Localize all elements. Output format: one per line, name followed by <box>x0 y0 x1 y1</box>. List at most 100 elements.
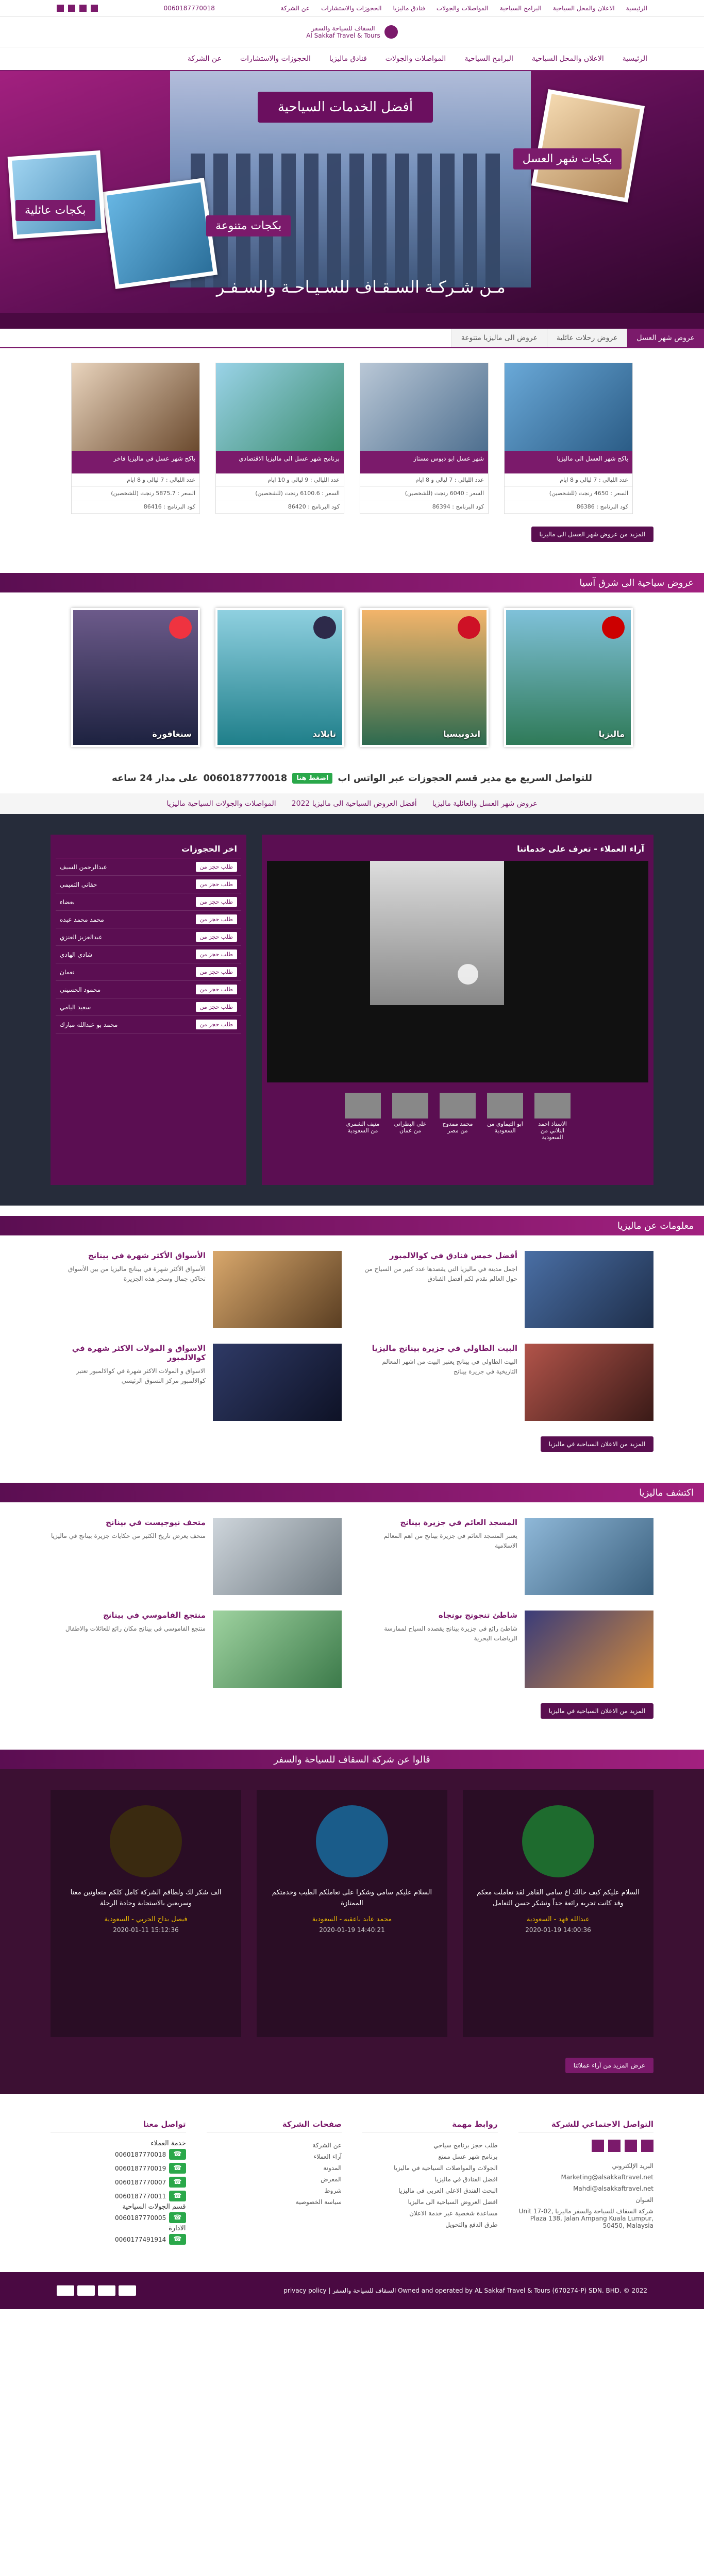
explore-more-button[interactable]: المزيد من الاعلان السياحية في ماليزيا <box>540 1703 653 1719</box>
top-link[interactable]: فنادق ماليزيا <box>393 5 425 12</box>
booking-button[interactable]: طلب حجز من <box>195 932 237 942</box>
package-tab[interactable]: عروض الى ماليزيا متنوعة <box>451 329 547 347</box>
info-heading[interactable]: شاطئ تنجونج بونجاه <box>362 1611 517 1620</box>
nav-item[interactable]: البرامج السياحية <box>464 55 513 63</box>
info-heading[interactable]: منتجع الفاموسي في بينانج <box>65 1611 206 1620</box>
booking-button[interactable]: طلب حجز من <box>195 1020 237 1029</box>
testimonials-more-button[interactable]: عرض المزيد من آراء عملائنا <box>565 2058 653 2073</box>
ticker-item[interactable]: عروض شهر العسل والعائلية ماليزيا <box>432 800 538 808</box>
logo[interactable]: السقاف للسياحة والسفر Al Sakkaf Travel &… <box>306 25 398 39</box>
package-card[interactable]: باكج شهر العسل الى ماليزيا عدد الليالي : … <box>504 363 633 514</box>
info-card[interactable]: متحف نيوجيست في بينانج متحف يعرض تاريخ ال… <box>51 1518 342 1595</box>
contact-phone[interactable]: 0060187770019 <box>115 2165 166 2172</box>
contact-phone[interactable]: 0060187770011 <box>115 2193 166 2200</box>
ticker-item[interactable]: المواصلات والجولات السياحية ماليزيا <box>167 800 276 808</box>
country-card[interactable]: سنغافورة <box>71 608 200 747</box>
info-heading[interactable]: الاسواق و المولات الاكثر شهرة في كوالالم… <box>51 1344 206 1362</box>
contact-phone[interactable]: 0060187770018 <box>115 2151 166 2158</box>
packages-more-button[interactable]: المزيد من عروض شهر العسل الى ماليزيا <box>531 527 653 542</box>
contact-phone[interactable]: 0060187770007 <box>115 2179 166 2186</box>
facebook-icon[interactable] <box>91 4 98 12</box>
footer-page[interactable]: شروط <box>207 2185 342 2196</box>
info-card[interactable]: الاسواق و المولات الاكثر شهرة في كوالالم… <box>51 1344 342 1421</box>
country-card[interactable]: تايلاند <box>215 608 344 747</box>
privacy-link[interactable]: privacy policy <box>283 2287 326 2294</box>
info-card[interactable]: الأسواق الأكثر شهرة في بينانج الأسواق الأ… <box>51 1251 342 1328</box>
booking-button[interactable]: طلب حجز من <box>195 862 237 872</box>
booking-button[interactable]: طلب حجز من <box>195 985 237 994</box>
email-2[interactable]: Mahdi@alsakkaftravel.net <box>518 2183 653 2194</box>
ticker-item[interactable]: أفضل العروض السياحية الى ماليزيا 2022 <box>292 800 417 808</box>
opinion-thumb[interactable]: علي البطرانى من عمان <box>392 1093 428 1141</box>
footer-page[interactable]: عن الشركة <box>207 2140 342 2151</box>
info-card[interactable]: المسجد العائم في جزيرة بينانج يعتبر المسج… <box>362 1518 653 1595</box>
package-card[interactable]: شهر عسل ابو دبوس مستاز عدد الليالي : 7 لي… <box>360 363 489 514</box>
booking-button[interactable]: طلب حجز من <box>195 950 237 959</box>
footer-link[interactable]: مساعدة شخصية عبر خدمة الاعلان <box>362 2208 497 2219</box>
info-card[interactable]: البيت الطاولي في جزيرة بينانج ماليزيا الب… <box>362 1344 653 1421</box>
youtube-icon[interactable] <box>57 4 64 12</box>
country-card[interactable]: ماليزيا <box>504 608 633 747</box>
contact-phone[interactable]: 0060187770018 <box>204 773 288 784</box>
footer-link[interactable]: افضل الفنادق في ماليزيا <box>362 2174 498 2185</box>
twitter-icon[interactable] <box>79 4 87 12</box>
package-tab[interactable]: عروض رحلات عائلية <box>546 329 627 347</box>
info-heading[interactable]: المسجد العائم في جزيرة بينانج <box>362 1518 517 1527</box>
footer-link[interactable]: الجولات والمواصلات السياحية في ماليزيا <box>362 2162 497 2174</box>
whatsapp-icon[interactable]: ☎ <box>169 2163 186 2174</box>
nav-item[interactable]: الحجوزات والاستشارات <box>240 55 311 63</box>
info-heading[interactable]: أفضل خمس فنادق في كوالالمبور <box>362 1251 517 1260</box>
footer-link[interactable]: برنامج شهر عسل ممتع <box>362 2151 497 2162</box>
footer-link[interactable]: البحث الفندق الاعلى العربي في ماليزيا <box>362 2185 497 2196</box>
opinion-thumb[interactable]: الاستاذ احمد التلاني من السعودية <box>534 1093 571 1141</box>
info-more-button[interactable]: المزيد من الاعلان السياحية في ماليزيا <box>540 1436 653 1452</box>
footer-page[interactable]: المدونة <box>207 2162 342 2174</box>
nav-item[interactable]: عن الشركة <box>188 55 222 63</box>
whatsapp-icon[interactable]: ☎ <box>169 2191 186 2201</box>
contact-phone[interactable]: 0060187770005 <box>115 2214 166 2222</box>
whatsapp-icon[interactable]: ☎ <box>169 2212 186 2223</box>
contact-phone[interactable]: 0060177491914 <box>115 2236 166 2243</box>
footer-link[interactable]: طلب حجز برنامج سياحي <box>362 2140 497 2151</box>
booking-button[interactable]: طلب حجز من <box>195 897 237 907</box>
info-card[interactable]: شاطئ تنجونج بونجاه شاطئ رائع في جزيرة بين… <box>362 1611 653 1688</box>
nav-item[interactable]: الرئيسية <box>623 55 647 63</box>
info-heading[interactable]: متحف نيوجيست في بينانج <box>51 1518 206 1527</box>
footer-link[interactable]: افضل العروض السياحية الى ماليزيا <box>362 2196 498 2208</box>
footer-link[interactable]: طرق الدفع والتحويل <box>362 2219 497 2230</box>
info-card[interactable]: منتجع الفاموسي في بينانج منتجع الفاموسي ف… <box>51 1611 342 1688</box>
opinion-thumb[interactable]: محمد ممدوح من مصر <box>440 1093 476 1141</box>
package-card[interactable]: باكج شهر عسل في ماليزيا فاخر عدد الليالي … <box>71 363 200 514</box>
whatsapp-icon[interactable]: ☎ <box>169 2149 186 2160</box>
info-card[interactable]: أفضل خمس فنادق في كوالالمبور اجمل مدينة ف… <box>362 1251 653 1328</box>
footer-page[interactable]: المعرض <box>207 2174 342 2185</box>
whatsapp-icon[interactable]: ☎ <box>169 2177 186 2188</box>
info-heading[interactable]: البيت الطاولي في جزيرة بينانج ماليزيا <box>362 1344 517 1353</box>
booking-button[interactable]: طلب حجز من <box>195 879 237 889</box>
booking-button[interactable]: طلب حجز من <box>195 914 237 924</box>
info-heading[interactable]: الأسواق الأكثر شهرة في بينانج <box>51 1251 206 1260</box>
top-link[interactable]: الاعلان والمحل السياحية <box>553 5 615 12</box>
opinion-thumb[interactable]: منيف الشمري من السعودية <box>345 1093 381 1141</box>
whatsapp-icon[interactable]: ☎ <box>169 2234 186 2245</box>
instagram-icon[interactable] <box>608 2140 621 2152</box>
twitter-icon[interactable] <box>625 2140 637 2152</box>
whatsapp-button[interactable]: اضغط هنا <box>292 772 333 784</box>
booking-button[interactable]: طلب حجز من <box>195 967 237 977</box>
nav-item[interactable]: المواصلات والجولات <box>385 55 446 63</box>
nav-item[interactable]: فنادق ماليزيا <box>329 55 367 63</box>
booking-button[interactable]: طلب حجز من <box>195 1002 237 1012</box>
country-card[interactable]: اندونيسيا <box>360 608 489 747</box>
nav-item[interactable]: الاعلان والمحل السياحية <box>532 55 604 63</box>
top-link[interactable]: عن الشركة <box>281 5 310 12</box>
footer-page[interactable]: سياسة الخصوصية <box>207 2196 342 2208</box>
footer-page[interactable]: آراء العملاء <box>207 2151 342 2162</box>
youtube-icon[interactable] <box>592 2140 604 2152</box>
package-tab[interactable]: عروض شهر العسل <box>627 329 704 347</box>
package-card[interactable]: برنامج شهر عسل الى ماليزيا الاقتصادي عدد … <box>215 363 344 514</box>
top-link[interactable]: الحجوزات والاستشارات <box>321 5 381 12</box>
facebook-icon[interactable] <box>641 2140 653 2152</box>
opinion-thumb[interactable]: ابو التيماوي من السعودية <box>487 1093 523 1141</box>
top-phone[interactable]: 0060187770018 <box>164 5 215 12</box>
play-icon[interactable] <box>458 964 478 985</box>
